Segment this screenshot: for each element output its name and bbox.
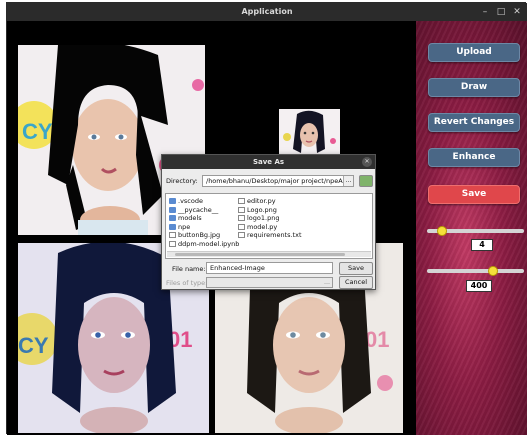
file-icon (169, 240, 176, 247)
file-icon (169, 232, 176, 238)
svg-text:01: 01 (365, 327, 389, 352)
slider-handle[interactable] (487, 266, 498, 276)
file-list-item[interactable]: model.py (238, 223, 277, 231)
file-icon (238, 206, 245, 213)
file-name: requirements.txt (247, 231, 302, 239)
file-name: model.py (247, 222, 278, 231)
file-list-item[interactable]: __pycache__ (169, 206, 218, 214)
folder-icon (169, 198, 176, 204)
save-as-dialog: Save As ✕ Directory: /home/bhanu/Desktop… (161, 154, 376, 290)
steps-value: 400 (466, 280, 492, 292)
folder-icon (169, 223, 176, 230)
file-list-item[interactable]: logo1.png (238, 214, 279, 222)
dialog-title-bar: Save As ✕ (162, 155, 375, 169)
file-list-item[interactable]: Logo.png (238, 206, 277, 214)
file-list-item[interactable]: buttonBg.jpg (169, 231, 220, 239)
save-button[interactable]: Save (428, 185, 520, 204)
dropdown-arrow-icon: … (343, 176, 353, 186)
folder-up-icon[interactable] (359, 175, 373, 187)
horizontal-scrollbar[interactable] (167, 251, 371, 257)
close-icon[interactable]: ✕ (509, 3, 525, 21)
dialog-close-icon[interactable]: ✕ (362, 157, 372, 167)
slider-handle[interactable] (437, 226, 448, 236)
directory-label: Directory: (166, 177, 198, 185)
filetype-dropdown-icon: … (324, 279, 330, 286)
file-name: editor.py (247, 197, 276, 205)
directory-value: /home/bhanu/Desktop/major project/npeApp (206, 177, 351, 185)
file-list-item[interactable]: models (169, 214, 202, 222)
file-list-item[interactable]: .vscode (169, 197, 203, 205)
file-name: __pycache__ (178, 205, 219, 214)
brush-size-value: 4 (471, 239, 493, 251)
file-icon (238, 223, 245, 230)
folder-icon (169, 206, 176, 213)
sidebar: Upload Draw Revert Changes Enhance Save … (416, 21, 527, 435)
file-name: logo1.png (247, 214, 280, 222)
minimize-icon[interactable]: – (477, 3, 493, 21)
steps-slider[interactable] (427, 265, 524, 277)
dialog-title: Save As (252, 158, 285, 166)
title-bar: Application – □ ✕ (7, 3, 527, 21)
revert-changes-button[interactable]: Revert Changes (428, 113, 520, 132)
file-list[interactable]: .vscode __pycache__ models npe buttonBg.jpg d… (165, 193, 373, 259)
slider-track (427, 269, 524, 273)
file-list-item[interactable]: requirements.txt (238, 231, 302, 239)
file-name: ddpm-model.ipynb (178, 239, 240, 248)
dialog-save-button[interactable]: Save (339, 262, 373, 275)
maximize-icon[interactable]: □ (493, 3, 509, 21)
filename-value: Enhanced-Image (210, 264, 265, 272)
file-list-item[interactable]: editor.py (238, 197, 276, 205)
file-icon (238, 215, 245, 221)
upload-button[interactable]: Upload (428, 43, 520, 62)
draw-button[interactable]: Draw (428, 78, 520, 97)
file-name: .vscode (178, 197, 203, 205)
file-name: models (178, 214, 202, 222)
file-name: buttonBg.jpg (178, 231, 221, 239)
folder-icon (169, 215, 176, 221)
filetype-dropdown[interactable]: … (206, 277, 333, 288)
file-name: Logo.png (247, 205, 277, 214)
dialog-cancel-button[interactable]: Cancel (339, 276, 373, 289)
file-icon (238, 198, 245, 204)
file-name: npe (178, 222, 191, 231)
filetype-label: Files of type: (166, 279, 208, 287)
thumbnail-image (279, 109, 340, 159)
file-list-item[interactable]: ddpm-model.ipynb (169, 240, 239, 248)
file-icon (238, 232, 245, 238)
enhance-button[interactable]: Enhance (428, 148, 520, 167)
brush-size-slider[interactable] (427, 225, 524, 237)
scrollbar-thumb[interactable] (175, 253, 345, 256)
svg-text:CY: CY (18, 333, 49, 358)
file-list-item[interactable]: npe (169, 223, 190, 231)
filename-input[interactable]: Enhanced-Image (206, 262, 333, 274)
directory-dropdown[interactable]: /home/bhanu/Desktop/major project/npeApp… (202, 175, 354, 187)
svg-text:CY: CY (22, 119, 53, 144)
filename-label: File name: (172, 265, 206, 273)
window-title: Application (241, 7, 293, 16)
